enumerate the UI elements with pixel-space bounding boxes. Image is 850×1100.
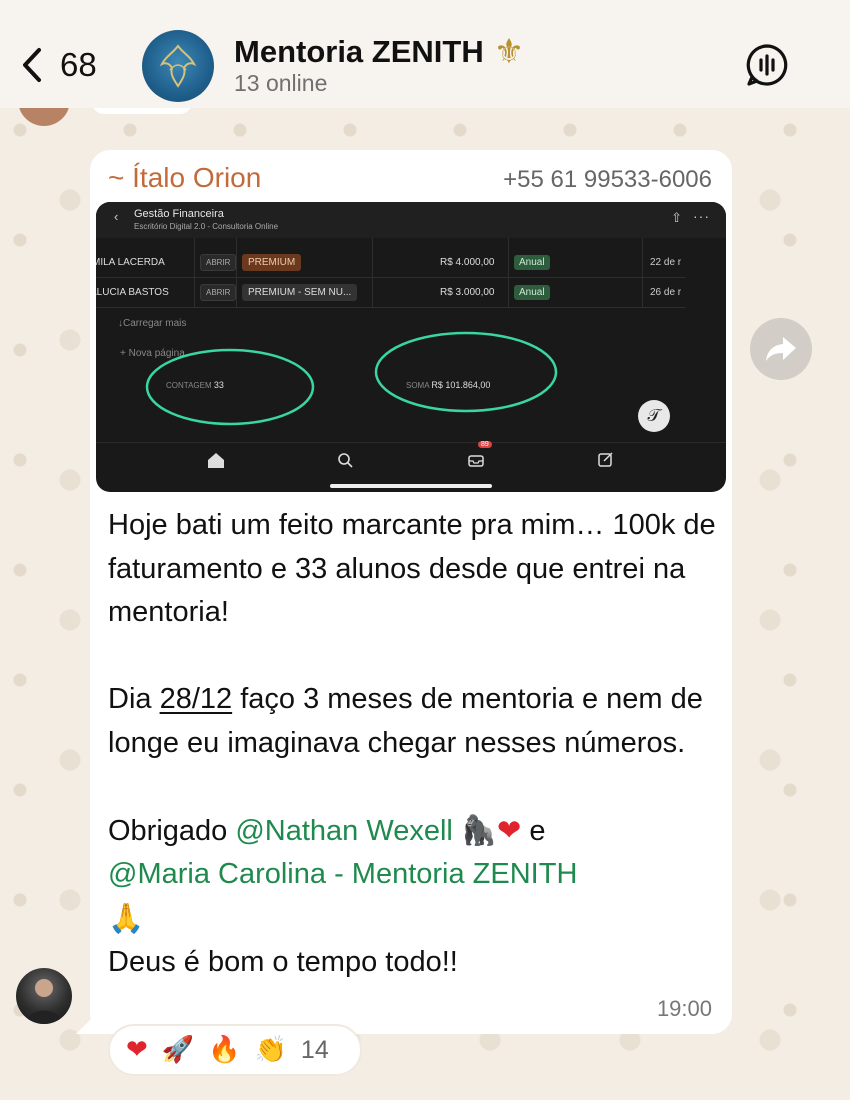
- group-logo-icon: [159, 44, 197, 88]
- text-span: Dia: [108, 683, 160, 715]
- image-sum-value: R$ 101.864,00: [431, 380, 491, 390]
- text-span: e: [521, 814, 546, 847]
- reaction-count: 14: [300, 1035, 329, 1064]
- image-sum-label: SOMA: [406, 381, 430, 390]
- message-paragraph-3: Obrigado @Nathan Wexell 🦍❤ e @Maria Carol…: [108, 809, 718, 942]
- image-row-date: 22 de r: [650, 257, 682, 268]
- image-table-row: ALUCIA BASTOS ABRIR PREMIUM - SEM NU... …: [96, 278, 686, 308]
- image-back-icon: ‹: [114, 209, 119, 224]
- forward-button[interactable]: [750, 318, 812, 380]
- image-home-icon: [208, 453, 224, 468]
- image-row-open: ABRIR: [200, 284, 237, 301]
- sender-avatar[interactable]: [16, 968, 72, 1024]
- image-home-indicator: [330, 484, 492, 488]
- sender-name[interactable]: ~ Ítalo Orion: [108, 162, 261, 194]
- image-new-page-label: Nova página: [128, 348, 185, 359]
- message-paragraph-2: Dia 28/12 faço 3 meses de mentoria e nem…: [108, 678, 718, 765]
- unread-count: 68: [60, 46, 97, 83]
- image-load-more-label: Carregar mais: [123, 318, 187, 329]
- image-inbox-badge: 89: [478, 441, 492, 448]
- image-load-more: ↓Carregar mais: [118, 318, 187, 329]
- image-inbox-icon: [468, 455, 484, 467]
- image-row-amount: R$ 4.000,00: [440, 257, 495, 268]
- message-paragraph-1: Hoje bati um feito marcante pra mim… 100…: [108, 509, 716, 628]
- image-app-title: Gestão Financeira: [134, 208, 224, 220]
- image-notion-icon: 𝒯: [638, 400, 670, 432]
- voice-chat-icon[interactable]: [744, 42, 790, 88]
- group-title[interactable]: Mentoria ZENITH ⚜: [234, 32, 524, 72]
- heart-emoji: ❤: [497, 812, 522, 847]
- image-row-plan: PREMIUM - SEM NU...: [242, 284, 358, 301]
- reactions-bar[interactable]: ❤ 🚀 🔥 👏 14: [108, 1024, 362, 1076]
- group-avatar[interactable]: [142, 30, 214, 102]
- message-paragraph-4: Deus é bom o tempo todo!!: [108, 946, 458, 978]
- chevron-left-icon: [23, 48, 41, 82]
- reaction-clap-emoji: 👏: [254, 1035, 287, 1065]
- image-count: CONTAGEM 33: [166, 380, 224, 390]
- image-sum: SOMA R$ 101.864,00: [406, 380, 490, 390]
- mention-nathan[interactable]: @Nathan Wexell: [235, 815, 453, 847]
- image-row-cycle: Anual: [514, 255, 550, 270]
- chat-header: 68 Mentoria ZENITH ⚜ 13 online: [0, 0, 850, 108]
- forward-arrow-icon: [766, 337, 796, 361]
- reaction-fire-emoji: 🔥: [208, 1035, 241, 1065]
- image-row-name: ALUCIA BASTOS: [96, 287, 169, 298]
- date-link[interactable]: 28/12: [160, 683, 233, 715]
- image-table-row: MILA LACERDA ABRIR PREMIUM R$ 4.000,00 A…: [96, 248, 686, 278]
- image-app-topbar: ‹ Gestão Financeira Escritório Digital 2…: [96, 202, 726, 238]
- reaction-rocket-emoji: 🚀: [161, 1035, 195, 1065]
- person-silhouette-icon: [26, 979, 62, 1024]
- online-status: 13 online: [234, 70, 328, 96]
- image-row-date: 26 de r: [650, 287, 682, 298]
- attached-image[interactable]: ‹ Gestão Financeira Escritório Digital 2…: [96, 202, 726, 492]
- image-more-icon: ···: [693, 208, 710, 224]
- image-row-cycle: Anual: [514, 285, 550, 300]
- image-new-page: + Nova página: [120, 348, 185, 359]
- gorilla-emoji: 🦍: [460, 812, 498, 847]
- image-count-label: CONTAGEM: [166, 381, 212, 390]
- message-text: Hoje bati um feito marcante pra mim… 100…: [108, 504, 718, 985]
- image-row-open: ABRIR: [200, 254, 237, 271]
- image-tabbar: 89: [96, 441, 726, 472]
- message-bubble[interactable]: ~ Ítalo Orion +55 61 99533-6006 ‹ Gestão…: [90, 150, 732, 1034]
- text-span: Obrigado: [108, 814, 236, 847]
- highlight-sum-circle: [374, 331, 558, 413]
- image-app-subtitle: Escritório Digital 2.0 - Consultoria Onl…: [134, 222, 279, 231]
- back-button[interactable]: 68: [22, 40, 112, 90]
- message-timestamp: 19:00: [656, 996, 712, 1021]
- image-share-icon: ⇧: [671, 210, 682, 225]
- sender-phone: +55 61 99533-6006: [503, 166, 712, 193]
- mention-maria[interactable]: @Maria Carolina - Mentoria ZENITH: [108, 858, 577, 890]
- image-count-value: 33: [213, 380, 224, 390]
- image-row-plan: PREMIUM: [242, 254, 302, 271]
- image-search-icon: [338, 453, 353, 468]
- group-name: Mentoria ZENITH: [234, 34, 484, 69]
- image-row-name: MILA LACERDA: [96, 257, 165, 268]
- image-compose-icon: [598, 452, 613, 467]
- image-row-amount: R$ 3.000,00: [440, 287, 495, 298]
- fleur-de-lis-icon: ⚜: [493, 33, 525, 71]
- pray-emoji: 🙏: [108, 900, 145, 935]
- reaction-heart-emoji: ❤: [126, 1035, 148, 1065]
